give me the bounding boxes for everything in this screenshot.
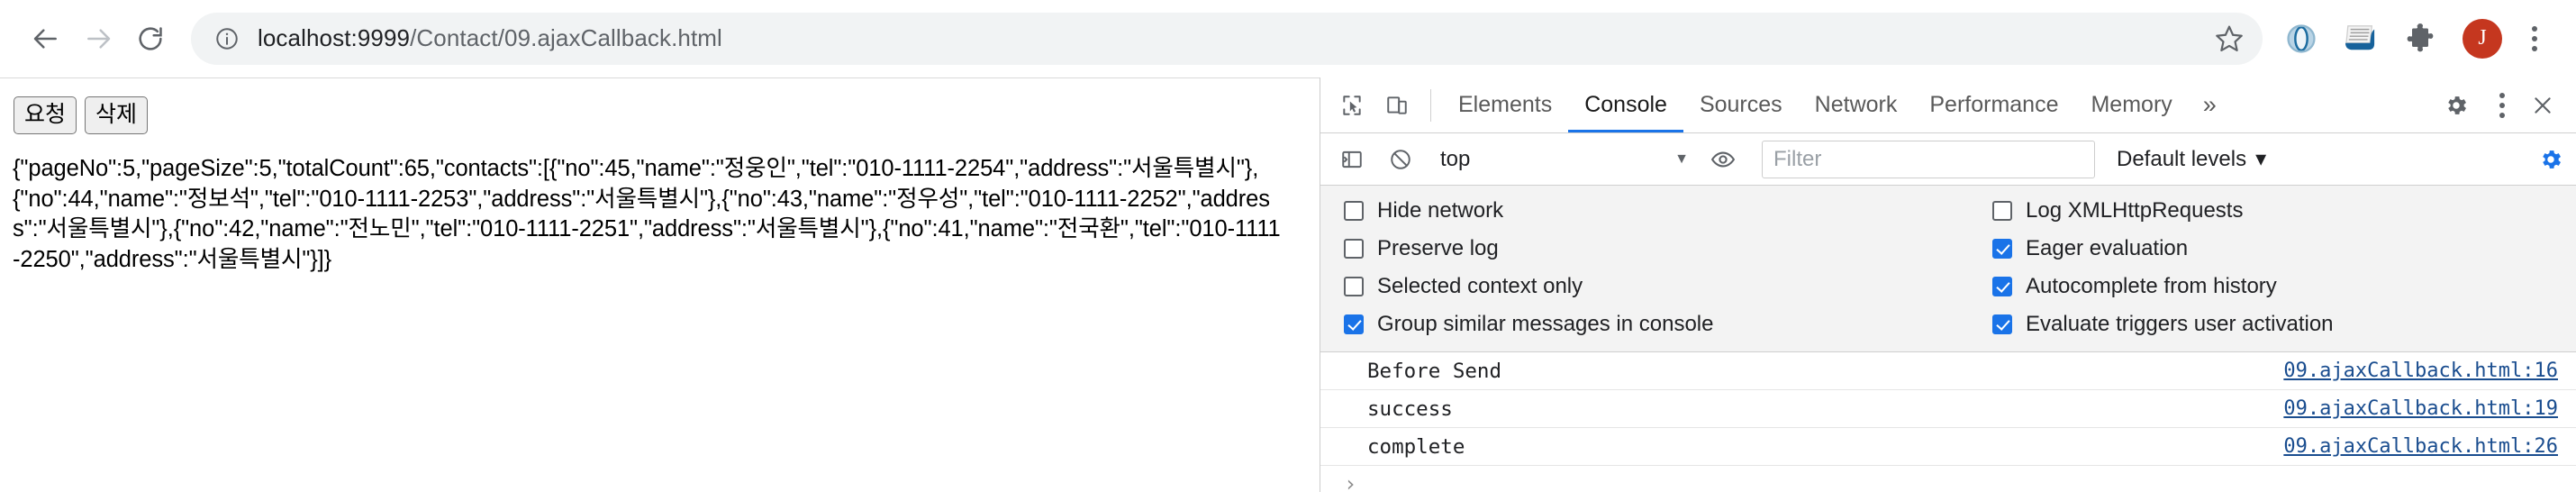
console-message-text: Before Send xyxy=(1367,359,1502,383)
setting-selected-context-only[interactable]: Selected context only xyxy=(1320,274,1969,299)
console-filter-input[interactable]: Filter xyxy=(1762,140,2095,178)
setting-log-xmlhttprequests[interactable]: Log XMLHttpRequests xyxy=(1969,198,2576,223)
checkbox[interactable] xyxy=(1992,314,2012,334)
log-levels-select[interactable]: Default levels ▾ xyxy=(2117,146,2266,172)
devtools-tabbar: Elements Console Sources Network Perform… xyxy=(1320,77,2576,133)
checkbox[interactable] xyxy=(1992,277,2012,296)
gear-icon[interactable] xyxy=(2434,83,2479,128)
checkbox[interactable] xyxy=(1992,201,2012,221)
browser-window: localhost:9999/Contact/09.ajaxCallback.h… xyxy=(0,0,2576,492)
content-split: 요청 삭제 {"pageNo":5,"pageSize":5,"totalCou… xyxy=(0,77,2576,492)
chevron-down-icon: ▼ xyxy=(1674,150,1689,167)
console-message-source-link[interactable]: 09.ajaxCallback.html:16 xyxy=(2283,360,2558,382)
setting-label: Log XMLHttpRequests xyxy=(2026,198,2244,223)
setting-label: Group similar messages in console xyxy=(1377,312,1714,336)
back-button[interactable] xyxy=(20,13,72,65)
device-toolbar-icon[interactable] xyxy=(1374,83,1420,128)
console-message[interactable]: Before Send 09.ajaxCallback.html:16 xyxy=(1320,352,2576,390)
address-bar-url: localhost:9999/Contact/09.ajaxCallback.h… xyxy=(258,24,722,52)
setting-eager-evaluation[interactable]: Eager evaluation xyxy=(1969,236,2576,261)
checkbox[interactable] xyxy=(1344,277,1364,296)
setting-autocomplete-from-history[interactable]: Autocomplete from history xyxy=(1969,274,2576,299)
checkbox[interactable] xyxy=(1344,239,1364,259)
forward-button[interactable] xyxy=(72,13,124,65)
clear-console-icon[interactable] xyxy=(1378,137,1423,182)
bookmark-star-icon[interactable] xyxy=(2201,23,2245,54)
setting-label: Evaluate triggers user activation xyxy=(2026,312,2334,336)
console-message-source-link[interactable]: 09.ajaxCallback.html:26 xyxy=(2283,435,2558,458)
live-expression-eye-icon[interactable] xyxy=(1701,137,1746,182)
setting-evaluate-triggers-user-activation[interactable]: Evaluate triggers user activation xyxy=(1969,312,2576,337)
setting-label: Hide network xyxy=(1377,198,1504,223)
json-response-text: {"pageNo":5,"pageSize":5,"totalCount":65… xyxy=(13,156,1281,272)
tab-performance[interactable]: Performance xyxy=(1913,77,2074,132)
checkbox[interactable] xyxy=(1344,314,1364,334)
close-icon[interactable] xyxy=(2520,83,2565,128)
checkbox[interactable] xyxy=(1344,201,1364,221)
devtools-tabbar-actions xyxy=(2434,81,2576,130)
devtools-panel: Elements Console Sources Network Perform… xyxy=(1320,77,2576,492)
browser-menu-button[interactable] xyxy=(2517,14,2553,63)
delete-button[interactable]: 삭제 xyxy=(85,96,149,134)
setting-label: Autocomplete from history xyxy=(2026,274,2277,298)
page-viewport: 요청 삭제 {"pageNo":5,"pageSize":5,"totalCou… xyxy=(0,77,1320,492)
console-message-list: Before Send 09.ajaxCallback.html:16 succ… xyxy=(1320,352,2576,492)
tab-elements[interactable]: Elements xyxy=(1442,77,1568,132)
reload-button[interactable] xyxy=(124,13,177,65)
console-prompt-caret: › xyxy=(1344,471,1357,492)
tabbar-divider xyxy=(1430,88,1431,122)
console-toolbar: top ▼ Filter Default levels ▾ xyxy=(1320,133,2576,186)
more-tabs-icon[interactable]: » xyxy=(2189,91,2231,119)
console-message[interactable]: complete 09.ajaxCallback.html:26 xyxy=(1320,428,2576,466)
inspect-element-icon[interactable] xyxy=(1329,83,1374,128)
profile-avatar[interactable]: J xyxy=(2463,18,2502,59)
checkbox[interactable] xyxy=(1992,239,2012,259)
site-info-icon[interactable] xyxy=(214,26,240,51)
tab-sources[interactable]: Sources xyxy=(1683,77,1799,132)
setting-preserve-log[interactable]: Preserve log xyxy=(1320,236,1969,261)
page-button-row: 요청 삭제 xyxy=(14,96,1307,134)
browser-toolbar: localhost:9999/Contact/09.ajaxCallback.h… xyxy=(0,0,2576,77)
execution-context-value: top xyxy=(1440,146,1471,171)
console-settings-gear[interactable] xyxy=(2538,147,2569,172)
setting-label: Preserve log xyxy=(1377,236,1499,260)
address-bar[interactable]: localhost:9999/Contact/09.ajaxCallback.h… xyxy=(191,12,2263,65)
toolbar-icons: J xyxy=(2272,14,2553,63)
orbit-extension-icon[interactable] xyxy=(2277,14,2326,63)
console-settings-pane: Hide network Log XMLHttpRequests Preserv… xyxy=(1320,186,2576,352)
console-message-text: success xyxy=(1367,396,1453,421)
console-filter-placeholder: Filter xyxy=(1773,146,1822,171)
chevron-down-icon: ▾ xyxy=(2255,147,2267,171)
puzzle-extensions-icon[interactable] xyxy=(2396,14,2444,63)
devtools-menu-button[interactable] xyxy=(2484,81,2520,130)
log-levels-value: Default levels xyxy=(2117,146,2247,171)
request-button[interactable]: 요청 xyxy=(14,96,77,134)
url-host: localhost:9999 xyxy=(258,24,411,51)
console-message-text: complete xyxy=(1367,434,1465,459)
tab-network[interactable]: Network xyxy=(1799,77,1914,132)
execution-context-select[interactable]: top ▼ xyxy=(1427,140,1697,179)
tab-console[interactable]: Console xyxy=(1568,77,1683,132)
setting-hide-network[interactable]: Hide network xyxy=(1320,198,1969,223)
console-message-source-link[interactable]: 09.ajaxCallback.html:19 xyxy=(2283,397,2558,420)
console-message[interactable]: success 09.ajaxCallback.html:19 xyxy=(1320,390,2576,428)
setting-group-similar-messages[interactable]: Group similar messages in console xyxy=(1320,312,1969,337)
setting-label: Selected context only xyxy=(1377,274,1583,298)
setting-label: Eager evaluation xyxy=(2026,236,2189,260)
console-prompt[interactable]: › xyxy=(1320,466,2576,492)
url-path: /Contact/09.ajaxCallback.html xyxy=(410,24,722,51)
console-sidebar-icon[interactable] xyxy=(1329,137,1374,182)
tab-memory[interactable]: Memory xyxy=(2074,77,2188,132)
notes-extension-icon[interactable] xyxy=(2336,14,2385,63)
